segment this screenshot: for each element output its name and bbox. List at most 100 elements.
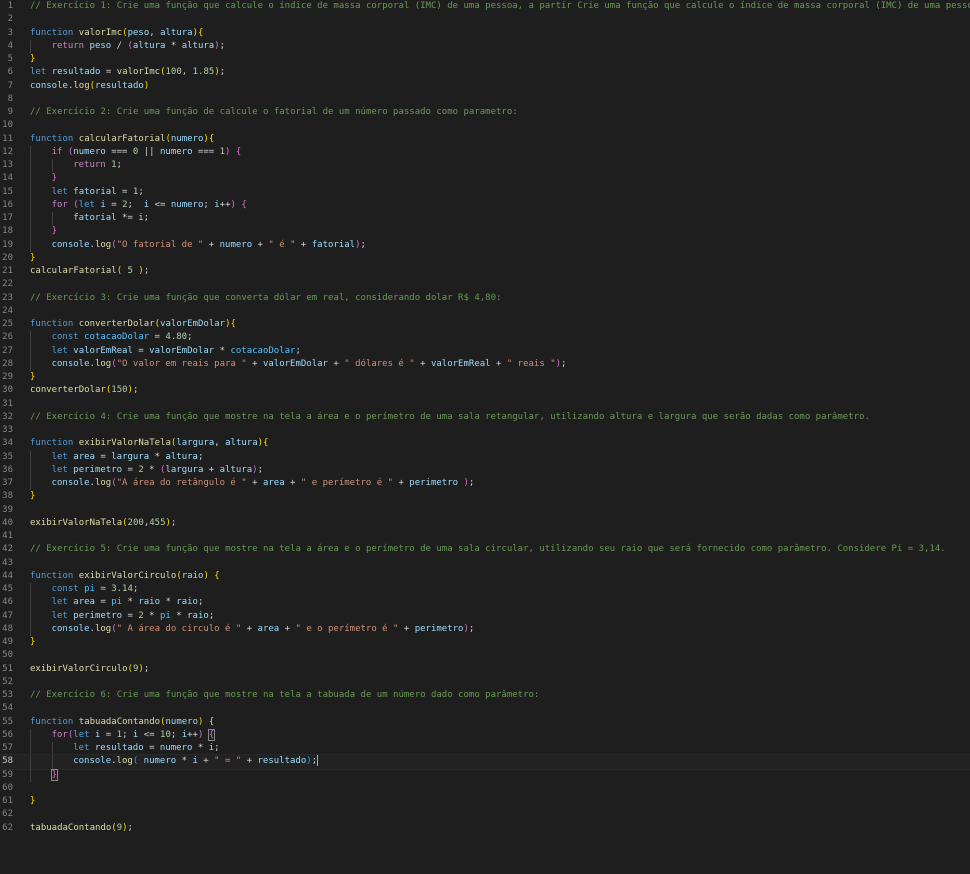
code-token: peso	[89, 40, 112, 51]
code-token: numero	[159, 743, 193, 753]
code-line[interactable]: 57 let resultado = numero * i;	[0, 742, 970, 756]
code-line[interactable]: 1 // Exercício 1: Crie uma função que cal…	[0, 0, 970, 13]
indent-guide	[30, 344, 31, 358]
code-line[interactable]: 60	[0, 782, 970, 795]
code-token: ;	[561, 358, 567, 369]
code-line[interactable]: 62	[0, 808, 970, 821]
code-line[interactable]: 54	[0, 702, 970, 715]
code-token: }	[51, 173, 58, 184]
line-number: 42	[2, 544, 13, 555]
line-number: 15	[2, 186, 13, 197]
line-number: 20	[2, 252, 13, 263]
code-line[interactable]: 39	[0, 504, 970, 517]
code-line[interactable]: 11 function calcularFatorial(numero){	[0, 133, 970, 146]
code-token: *	[214, 345, 231, 356]
code-text: fatorial *= i;	[73, 212, 149, 225]
code-token: // Exercício 5: Crie uma função que most…	[30, 544, 946, 555]
line-number: 49	[2, 637, 13, 647]
code-line[interactable]: 23 // Exercício 3: Crie uma função que co…	[0, 292, 970, 305]
code-line[interactable]: 5}	[0, 53, 970, 66]
line-number: 3	[7, 27, 13, 38]
code-line[interactable]: 17 fatorial *= i;	[0, 212, 970, 226]
code-text: function exibirValorNaTela(largura, altu…	[30, 437, 268, 450]
code-line[interactable]: 38}	[0, 490, 970, 503]
code-line[interactable]: 14}	[0, 172, 970, 186]
line-number: 59	[2, 769, 13, 780]
code-token: numero	[165, 716, 198, 727]
code-token: tabuadaContando	[78, 716, 161, 727]
code-line[interactable]: 62 tabuadaContando(9);	[0, 822, 970, 835]
code-line[interactable]: 30 converterDolar(150);	[0, 384, 970, 397]
code-line[interactable]: 43	[0, 557, 970, 570]
code-line[interactable]: 19 console.log("O fatorial de " + numero …	[0, 238, 970, 252]
code-line[interactable]: 55 function tabuadaContando(numero) {	[0, 716, 970, 729]
code-line[interactable]: 51 exibirValorCirculo(9);	[0, 663, 970, 676]
code-line[interactable]: 26 const cotacaoDolar = 4.80;	[0, 331, 970, 345]
code-token: +	[284, 478, 301, 488]
code-line[interactable]: 35 let area = largura * altura;	[0, 450, 970, 464]
code-line[interactable]: 33	[0, 424, 970, 437]
line-number: 48	[2, 623, 13, 634]
code-line[interactable]: 50	[0, 649, 970, 662]
code-line[interactable]: 8	[0, 93, 970, 106]
code-line[interactable]: 9 // Exercício 2: Crie uma função de calc…	[0, 106, 970, 119]
code-line[interactable]: 45 const pi = 3.14;	[0, 583, 970, 597]
code-line[interactable]: 58 console.log( numero * i + " = " + resu…	[0, 754, 970, 770]
indent-guide	[30, 172, 31, 186]
code-token: pi	[84, 584, 95, 594]
code-line[interactable]: 20}	[0, 252, 970, 265]
code-line[interactable]: 36 let perimetro = 2 * (largura + altura)…	[0, 463, 970, 477]
code-token: let	[51, 464, 68, 475]
code-line[interactable]: 49}	[0, 636, 970, 649]
code-line[interactable]: 56 for(let i = 1; i <= 10; i++) {	[0, 728, 970, 742]
code-line[interactable]: 41	[0, 530, 970, 543]
indent-guide	[30, 768, 31, 782]
code-token: log	[94, 478, 112, 488]
code-line[interactable]: 16 for (let i = 2; i <= numero; i++) {	[0, 198, 970, 212]
code-line[interactable]: 4 return peso / (altura * altura);	[0, 39, 970, 53]
code-line[interactable]: 25 function converterDolar(valorEmDolar){	[0, 318, 970, 331]
code-text: const pi = 3.14;	[52, 583, 139, 596]
code-line[interactable]: 12 if (numero === 0 || numero === 1) {	[0, 145, 970, 159]
code-line[interactable]: 61}	[0, 795, 970, 808]
code-line[interactable]: 47 let perimetro = 2 * pi * raio;	[0, 609, 970, 623]
code-line[interactable]: 7 console.log(resultado)	[0, 80, 970, 93]
code-text: }	[30, 371, 35, 384]
code-token: }	[30, 54, 36, 64]
code-line[interactable]: 13 return 1;	[0, 159, 970, 173]
code-token: valorEmReal	[73, 345, 133, 356]
code-line[interactable]: 18}	[0, 225, 970, 239]
code-editor[interactable]: 1 // Exercício 1: Crie uma função que cal…	[0, 0, 970, 874]
code-line[interactable]: 44 function exibirValorCirculo(raio) {	[0, 570, 970, 583]
code-line[interactable]: 46 let area = pi * raio * raio;	[0, 596, 970, 610]
code-line[interactable]: 31	[0, 398, 970, 411]
code-line[interactable]: 34 function exibirValorNaTela(largura, al…	[0, 437, 970, 450]
code-line[interactable]: 42 // Exercício 5: Crie uma função que mo…	[0, 543, 970, 556]
code-line[interactable]: 24	[0, 305, 970, 318]
code-line[interactable]: 29}	[0, 371, 970, 384]
code-token: for	[51, 199, 68, 210]
code-line[interactable]: 48 console.log(" A área do circulo é " + …	[0, 622, 970, 636]
code-line[interactable]: 27 let valorEmReal = valorEmDolar * cotac…	[0, 344, 970, 358]
code-text: function tabuadaContando(numero) {	[30, 716, 214, 729]
code-line[interactable]: 28 console.log("O valor em reais para " +…	[0, 357, 970, 371]
code-line[interactable]: 52	[0, 676, 970, 689]
code-token: pi	[111, 597, 123, 608]
line-number: 18	[2, 226, 13, 237]
indent-guide	[51, 212, 53, 226]
code-token: function	[30, 27, 74, 38]
code-line[interactable]: 15 let fatorial = 1;	[0, 185, 970, 199]
indent-guide	[30, 145, 31, 159]
code-line[interactable]: 22	[0, 278, 970, 291]
code-line[interactable]: 32 // Exercício 4: Crie uma função que mo…	[0, 411, 970, 424]
code-line[interactable]: 3 function valorImc(peso, altura){	[0, 27, 970, 40]
code-line[interactable]: 21 calcularFatorial( 5 );	[0, 265, 970, 278]
code-line[interactable]: 59}	[0, 768, 970, 782]
code-line[interactable]: 40 exibirValorNaTela(200,455);	[0, 517, 970, 530]
code-line[interactable]: 53 // Exercício 6: Crie uma função que mo…	[0, 689, 970, 702]
code-line[interactable]: 37 console.log("A área do retângulo é " +…	[0, 477, 970, 491]
code-line[interactable]: 6 let resultado = valorImc(100, 1.85);	[0, 66, 970, 79]
code-line[interactable]: 10	[0, 119, 970, 132]
code-token: largura	[165, 464, 204, 475]
code-line[interactable]: 2	[0, 13, 970, 26]
